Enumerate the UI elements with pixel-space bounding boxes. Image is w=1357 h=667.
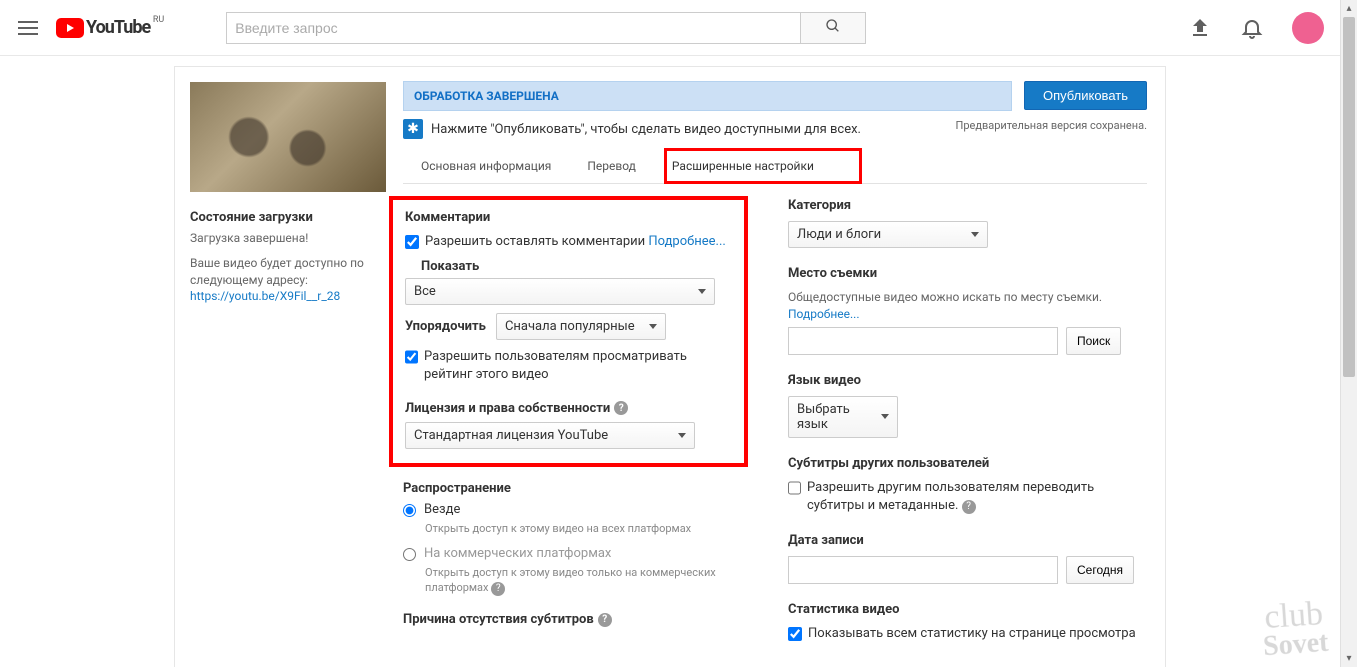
bell-icon[interactable]: [1240, 16, 1264, 40]
caret-down-icon: [881, 414, 889, 419]
distribution-everywhere-desc: Открыть доступ к этому видео на всех пла…: [425, 521, 748, 536]
help-icon[interactable]: ?: [491, 582, 505, 596]
license-heading: Лицензия и права собственности: [405, 401, 610, 416]
license-value: Стандартная лицензия YouTube: [414, 428, 608, 443]
allow-rating-label: Разрешить пользователям просматривать ре…: [424, 348, 732, 384]
logo-text: YouTube: [86, 17, 150, 38]
publish-hint-text: Нажмите "Опубликовать", чтобы сделать ви…: [431, 122, 861, 137]
help-icon[interactable]: ?: [598, 613, 612, 627]
tabs-bar: Основная информация Перевод Расширенные …: [403, 149, 1147, 184]
comments-section-highlight: Комментарии Разрешить оставлять коммента…: [389, 196, 748, 467]
record-date-input[interactable]: [788, 556, 1058, 584]
allow-comments-checkbox[interactable]: [405, 235, 419, 249]
location-input[interactable]: [788, 327, 1058, 355]
help-icon[interactable]: ?: [614, 401, 628, 415]
location-heading: Место съемки: [788, 266, 1147, 281]
upload-status-line: Загрузка завершена!: [190, 231, 370, 245]
caret-down-icon: [678, 433, 686, 438]
stats-label: Показывать всем статистику на странице п…: [808, 625, 1136, 643]
stats-checkbox[interactable]: [788, 627, 802, 641]
menu-icon[interactable]: [16, 16, 40, 40]
video-thumbnail[interactable]: [190, 82, 386, 192]
help-icon[interactable]: ?: [962, 500, 976, 514]
category-value: Люди и блоги: [797, 227, 881, 242]
allow-rating-checkbox[interactable]: [405, 350, 418, 364]
stats-heading: Статистика видео: [788, 602, 1147, 617]
location-more-link[interactable]: Подробнее...: [788, 307, 859, 321]
show-label: Показать: [421, 259, 732, 274]
language-heading: Язык видео: [788, 373, 1147, 388]
search-input[interactable]: [226, 12, 801, 44]
distribution-heading: Распространение: [403, 481, 511, 496]
stats-row[interactable]: Показывать всем статистику на странице п…: [788, 625, 1147, 643]
caret-down-icon: [649, 324, 657, 329]
comments-more-link[interactable]: Подробнее...: [648, 234, 725, 249]
draft-saved-text: Предварительная версия сохранена.: [955, 119, 1147, 139]
location-hint: Общедоступные видео можно искать по мест…: [788, 290, 1102, 304]
distribution-monetized-label: На коммерческих платформах: [424, 546, 611, 561]
scroll-up-icon[interactable]: ▴: [1341, 0, 1357, 17]
comments-heading: Комментарии: [405, 210, 732, 225]
app-header: YouTube RU: [0, 0, 1340, 56]
distribution-everywhere-label: Везде: [424, 502, 460, 517]
upload-status-heading: Состояние загрузки: [190, 210, 370, 225]
show-comments-value: Все: [414, 284, 436, 299]
today-button[interactable]: Сегодня: [1066, 556, 1134, 584]
sort-comments-select[interactable]: Сначала популярные: [496, 313, 666, 340]
scroll-down-icon[interactable]: ▾: [1341, 650, 1357, 667]
caret-down-icon: [698, 289, 706, 294]
allow-rating-row[interactable]: Разрешить пользователям просматривать ре…: [405, 348, 732, 384]
processing-banner: ОБРАБОТКА ЗАВЕРШЕНА: [403, 81, 1012, 111]
language-select[interactable]: Выбрать язык: [788, 396, 898, 438]
scrollbar-thumb[interactable]: [1343, 17, 1355, 377]
record-date-heading: Дата записи: [788, 533, 1147, 548]
distribution-everywhere-radio[interactable]: [403, 504, 416, 517]
allow-comments-label: Разрешить оставлять комментарии: [425, 234, 645, 249]
license-select[interactable]: Стандартная лицензия YouTube: [405, 422, 695, 449]
youtube-logo[interactable]: YouTube RU: [56, 17, 150, 38]
video-url-link[interactable]: https://youtu.be/X9Fil__r_28: [190, 289, 340, 303]
sort-label: Упорядочить: [405, 319, 486, 334]
caret-down-icon: [971, 232, 979, 237]
avatar[interactable]: [1292, 12, 1324, 44]
category-heading: Категория: [788, 198, 1147, 213]
show-comments-select[interactable]: Все: [405, 278, 715, 305]
logo-region: RU: [153, 15, 164, 25]
video-url-label: Ваше видео будет доступно по следующему …: [190, 255, 370, 289]
location-search-button[interactable]: Поиск: [1066, 327, 1121, 355]
community-subs-heading: Субтитры других пользователей: [788, 456, 1147, 471]
tab-translate[interactable]: Перевод: [569, 149, 654, 183]
community-subs-label: Разрешить другим пользователям переводит…: [807, 480, 1094, 513]
community-subs-row[interactable]: Разрешить другим пользователям переводит…: [788, 479, 1147, 515]
distribution-everywhere-row[interactable]: Везде: [403, 502, 748, 517]
distribution-monetized-row[interactable]: На коммерческих платформах: [403, 546, 748, 561]
category-select[interactable]: Люди и блоги: [788, 221, 988, 248]
distribution-monetized-radio[interactable]: [403, 548, 416, 561]
language-value: Выбрать язык: [797, 402, 881, 432]
upload-sidebar: Состояние загрузки Загрузка завершена! В…: [175, 67, 385, 667]
sort-comments-value: Сначала популярные: [505, 319, 635, 334]
community-subs-checkbox[interactable]: [788, 481, 801, 495]
upload-icon[interactable]: [1188, 16, 1212, 40]
upload-card: Состояние загрузки Загрузка завершена! В…: [174, 66, 1166, 667]
tab-basic-info[interactable]: Основная информация: [403, 149, 569, 183]
play-icon: [56, 18, 84, 38]
tab-advanced[interactable]: Расширенные настройки: [654, 149, 832, 183]
captions-reason-heading: Причина отсутствия субтитров: [403, 612, 594, 627]
vertical-scrollbar[interactable]: ▴ ▾: [1340, 0, 1357, 667]
allow-comments-row[interactable]: Разрешить оставлять комментарии Подробне…: [405, 233, 732, 251]
info-badge-icon: ✱: [403, 119, 423, 139]
search-button[interactable]: [801, 12, 866, 44]
publish-button[interactable]: Опубликовать: [1024, 81, 1147, 110]
distribution-monetized-desc: Открыть доступ к этому видео только на к…: [425, 565, 748, 596]
magnifier-icon: [825, 18, 841, 34]
